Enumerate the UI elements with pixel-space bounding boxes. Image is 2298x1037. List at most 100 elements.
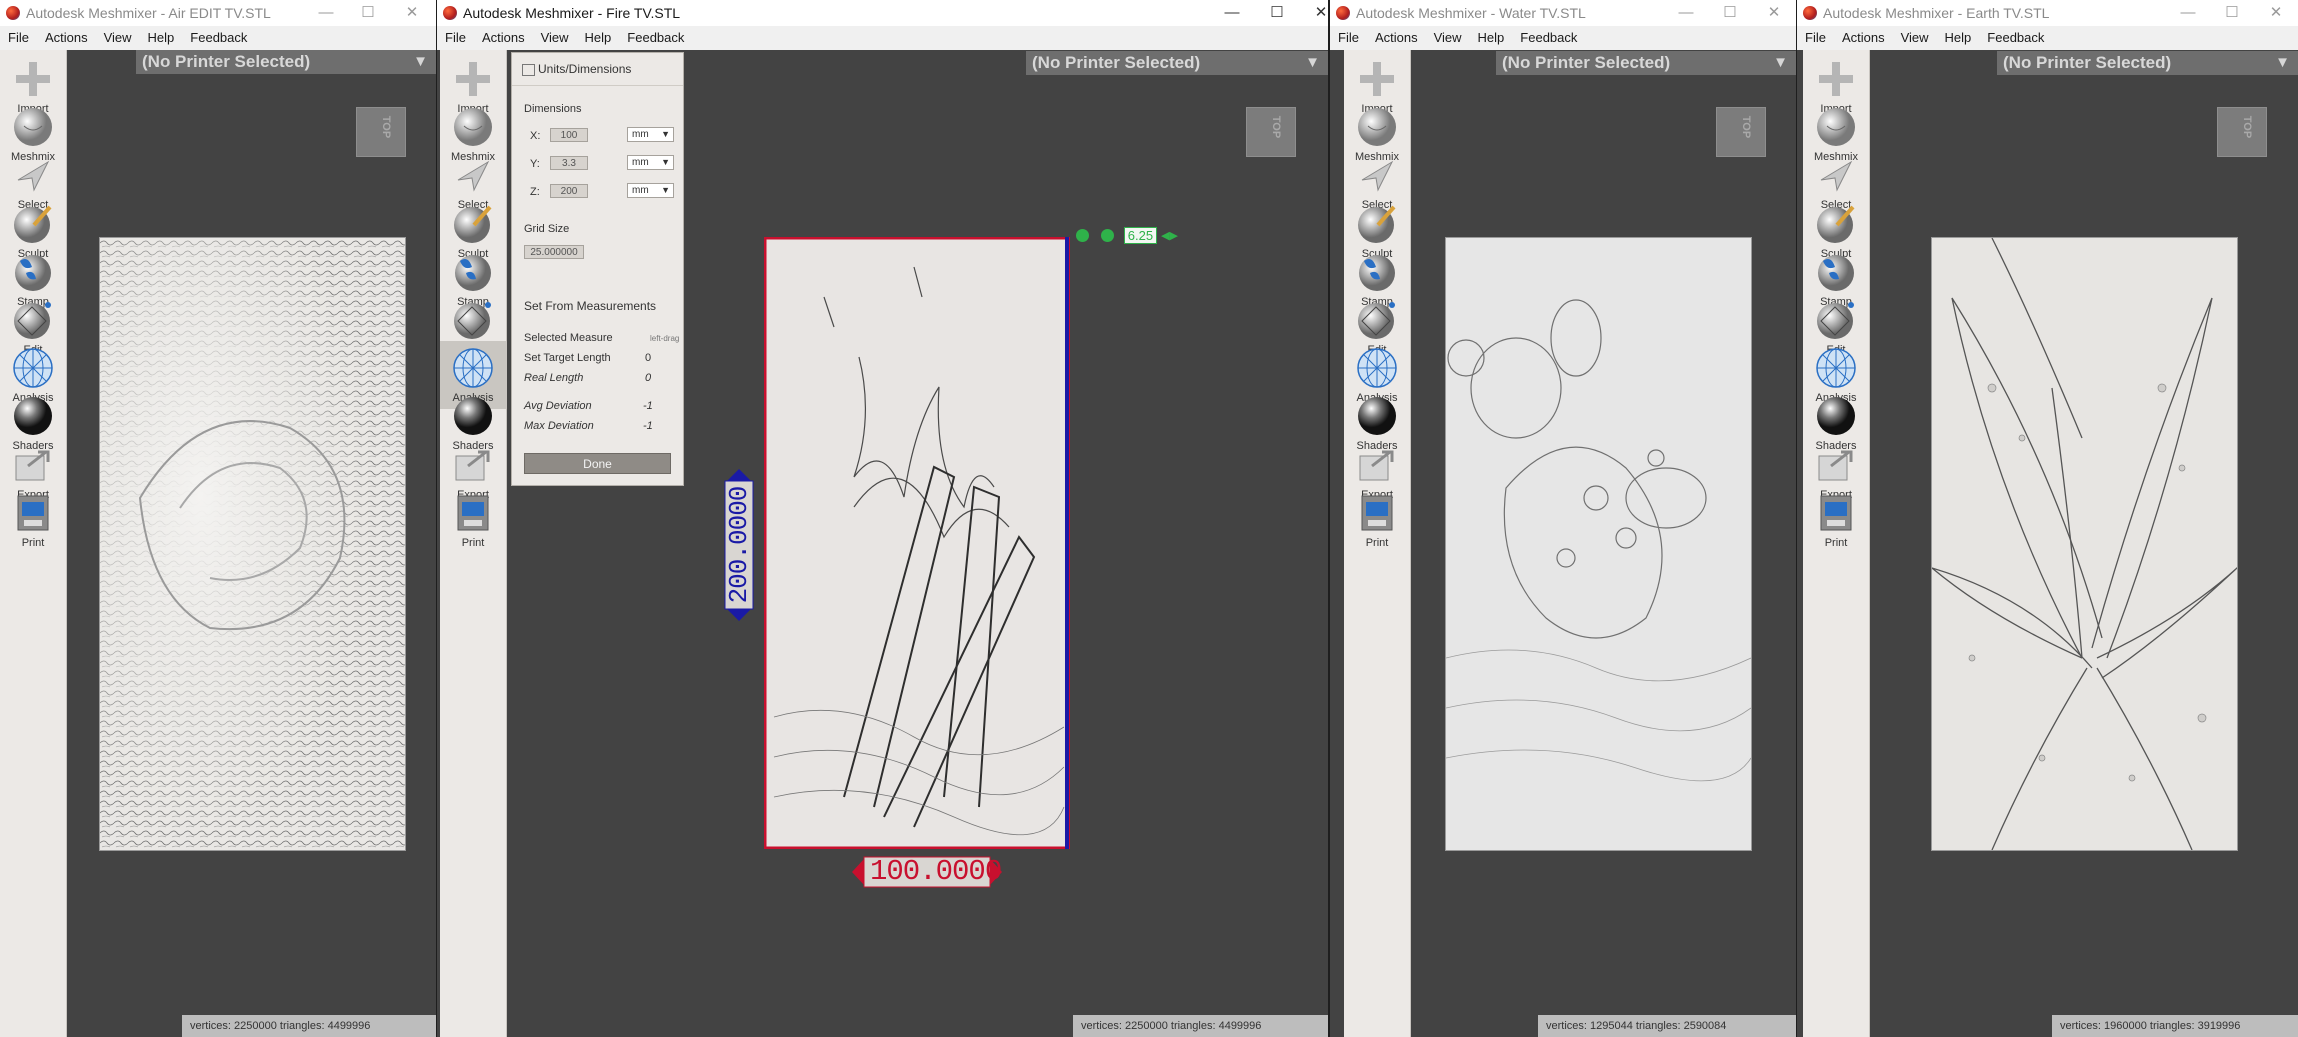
menu-file[interactable]: File: [0, 26, 37, 50]
tool-label: Print: [1365, 536, 1389, 549]
x-unit-value: mm: [632, 129, 649, 140]
z-dimension-input[interactable]: 200: [550, 184, 588, 198]
panel-icon: [522, 64, 535, 76]
y-dimension-input[interactable]: 3.3: [550, 156, 588, 170]
menu-feedback[interactable]: Feedback: [619, 26, 692, 50]
real-length-value: 0: [645, 372, 652, 384]
mesh-earth[interactable]: [1931, 237, 2238, 851]
menu-feedback[interactable]: Feedback: [1979, 26, 2052, 50]
dimension-x-label[interactable]: 100.0000: [852, 855, 1002, 889]
menu-file[interactable]: File: [437, 26, 474, 50]
maximize-button[interactable]: ☐: [1708, 0, 1752, 26]
close-button[interactable]: ✕: [1752, 0, 1796, 26]
maximize-button[interactable]: ☐: [1255, 0, 1299, 26]
printer-selector[interactable]: (No Printer Selected) ▼: [1026, 51, 1328, 75]
close-button[interactable]: ✕: [390, 0, 434, 26]
view-cube[interactable]: TOP: [2217, 107, 2267, 157]
meshmix-sphere-icon: [1815, 106, 1857, 148]
print-icon: [452, 492, 494, 534]
y-label: Y:: [530, 158, 540, 170]
minimize-button[interactable]: —: [304, 0, 348, 26]
menu-help[interactable]: Help: [1937, 26, 1980, 50]
close-button[interactable]: ✕: [2254, 0, 2298, 26]
title-bar[interactable]: Autodesk Meshmixer - Fire TV.STL — ☐ ✕: [437, 0, 1328, 26]
menu-actions[interactable]: Actions: [1367, 26, 1426, 50]
tool-print-button[interactable]: Print: [0, 486, 66, 554]
gizmo-dot-icon[interactable]: [1076, 228, 1089, 242]
measure-readout[interactable]: 6.25 ◀▶: [1076, 226, 1178, 246]
shaders-sphere-icon: [1815, 395, 1857, 437]
x-dimension-input[interactable]: 100: [550, 128, 588, 142]
stamp-icon: [12, 251, 54, 293]
mesh-stats: vertices: 1295044 triangles: 2590084: [1546, 1020, 1727, 1032]
menu-actions[interactable]: Actions: [1834, 26, 1893, 50]
menu-help[interactable]: Help: [1470, 26, 1513, 50]
menu-file[interactable]: File: [1330, 26, 1367, 50]
dimension-y-label[interactable]: 200.0000: [723, 469, 755, 621]
window-air: Autodesk Meshmixer - Air EDIT TV.STL — ☐…: [0, 0, 436, 1037]
menu-view[interactable]: View: [533, 26, 577, 50]
view-cube[interactable]: TOP: [356, 107, 406, 157]
window-title: Autodesk Meshmixer - Water TV.STL: [1356, 5, 1586, 21]
window-fire: Autodesk Meshmixer - Fire TV.STL — ☐ ✕ F…: [437, 0, 1328, 1037]
done-button[interactable]: Done: [524, 453, 671, 474]
printer-label: (No Printer Selected): [1032, 53, 1201, 72]
menu-actions[interactable]: Actions: [474, 26, 533, 50]
minimize-button[interactable]: —: [1210, 0, 1254, 26]
close-button[interactable]: ✕: [1299, 0, 1328, 26]
edit-icon: [12, 299, 54, 341]
set-target-length-value[interactable]: 0: [645, 352, 651, 364]
window-earth: Autodesk Meshmixer - Earth TV.STL — ☐ ✕ …: [1797, 0, 2298, 1037]
printer-selector[interactable]: (No Printer Selected) ▼: [1496, 51, 1796, 75]
title-bar[interactable]: Autodesk Meshmixer - Air EDIT TV.STL — ☐…: [0, 0, 436, 26]
select-arrow-icon: [12, 154, 54, 196]
z-unit-select[interactable]: mm ▼: [627, 183, 674, 198]
tool-label: Print: [461, 536, 485, 549]
tool-print-button[interactable]: Print: [1803, 486, 1869, 554]
plus-icon: [1815, 58, 1857, 100]
printer-selector[interactable]: (No Printer Selected) ▼: [136, 50, 436, 74]
minimize-button[interactable]: —: [1664, 0, 1708, 26]
mesh-fire[interactable]: [764, 237, 1070, 849]
title-bar[interactable]: Autodesk Meshmixer - Water TV.STL — ☐ ✕: [1330, 0, 1796, 26]
y-unit-select[interactable]: mm ▼: [627, 155, 674, 170]
view-cube[interactable]: TOP: [1716, 107, 1766, 157]
menu-view[interactable]: View: [1893, 26, 1937, 50]
select-arrow-icon: [1815, 154, 1857, 196]
status-bar: vertices: 2250000 triangles: 4499996: [182, 1015, 436, 1037]
printer-selector[interactable]: (No Printer Selected) ▼: [1997, 51, 2298, 75]
menu-feedback[interactable]: Feedback: [1512, 26, 1585, 50]
mesh-water[interactable]: [1445, 237, 1752, 851]
plus-icon: [12, 58, 54, 100]
panel-title: Units/Dimensions: [538, 62, 632, 76]
maximize-button[interactable]: ☐: [2210, 0, 2254, 26]
gizmo-a-icon[interactable]: [1100, 228, 1114, 242]
menu-view[interactable]: View: [96, 26, 140, 50]
grid-size-input[interactable]: 25.000000: [524, 245, 584, 259]
menu-file[interactable]: File: [1797, 26, 1834, 50]
menu-view[interactable]: View: [1426, 26, 1470, 50]
tool-print-button[interactable]: Print: [1344, 486, 1410, 554]
maximize-button[interactable]: ☐: [346, 0, 390, 26]
menu-feedback[interactable]: Feedback: [182, 26, 255, 50]
sculpt-brush-icon: [1356, 203, 1398, 245]
tool-print-button[interactable]: Print: [440, 486, 506, 554]
view-cube-label: TOP: [1270, 115, 1283, 139]
tool-label: Print: [1824, 536, 1848, 549]
x-unit-select[interactable]: mm ▼: [627, 127, 674, 142]
mesh-air[interactable]: [99, 237, 406, 851]
panel-header[interactable]: Units/Dimensions: [512, 53, 683, 86]
menu-actions[interactable]: Actions: [37, 26, 96, 50]
window-title: Autodesk Meshmixer - Earth TV.STL: [1823, 5, 2050, 21]
mesh-fire-relief: [764, 237, 1070, 849]
status-bar: vertices: 2250000 triangles: 4499996: [1073, 1015, 1328, 1037]
title-bar[interactable]: Autodesk Meshmixer - Earth TV.STL — ☐ ✕: [1797, 0, 2298, 26]
avg-deviation-label: Avg Deviation: [524, 400, 592, 412]
menu-help[interactable]: Help: [140, 26, 183, 50]
minimize-button[interactable]: —: [2166, 0, 2210, 26]
set-from-measurements-heading: Set From Measurements: [524, 299, 657, 313]
menu-help[interactable]: Help: [577, 26, 620, 50]
tool-palette: ImportMeshmixSelectSculptStampEditAnalys…: [0, 50, 67, 1037]
mesh-earth-relief: [1932, 238, 2237, 850]
view-cube[interactable]: TOP: [1246, 107, 1296, 157]
